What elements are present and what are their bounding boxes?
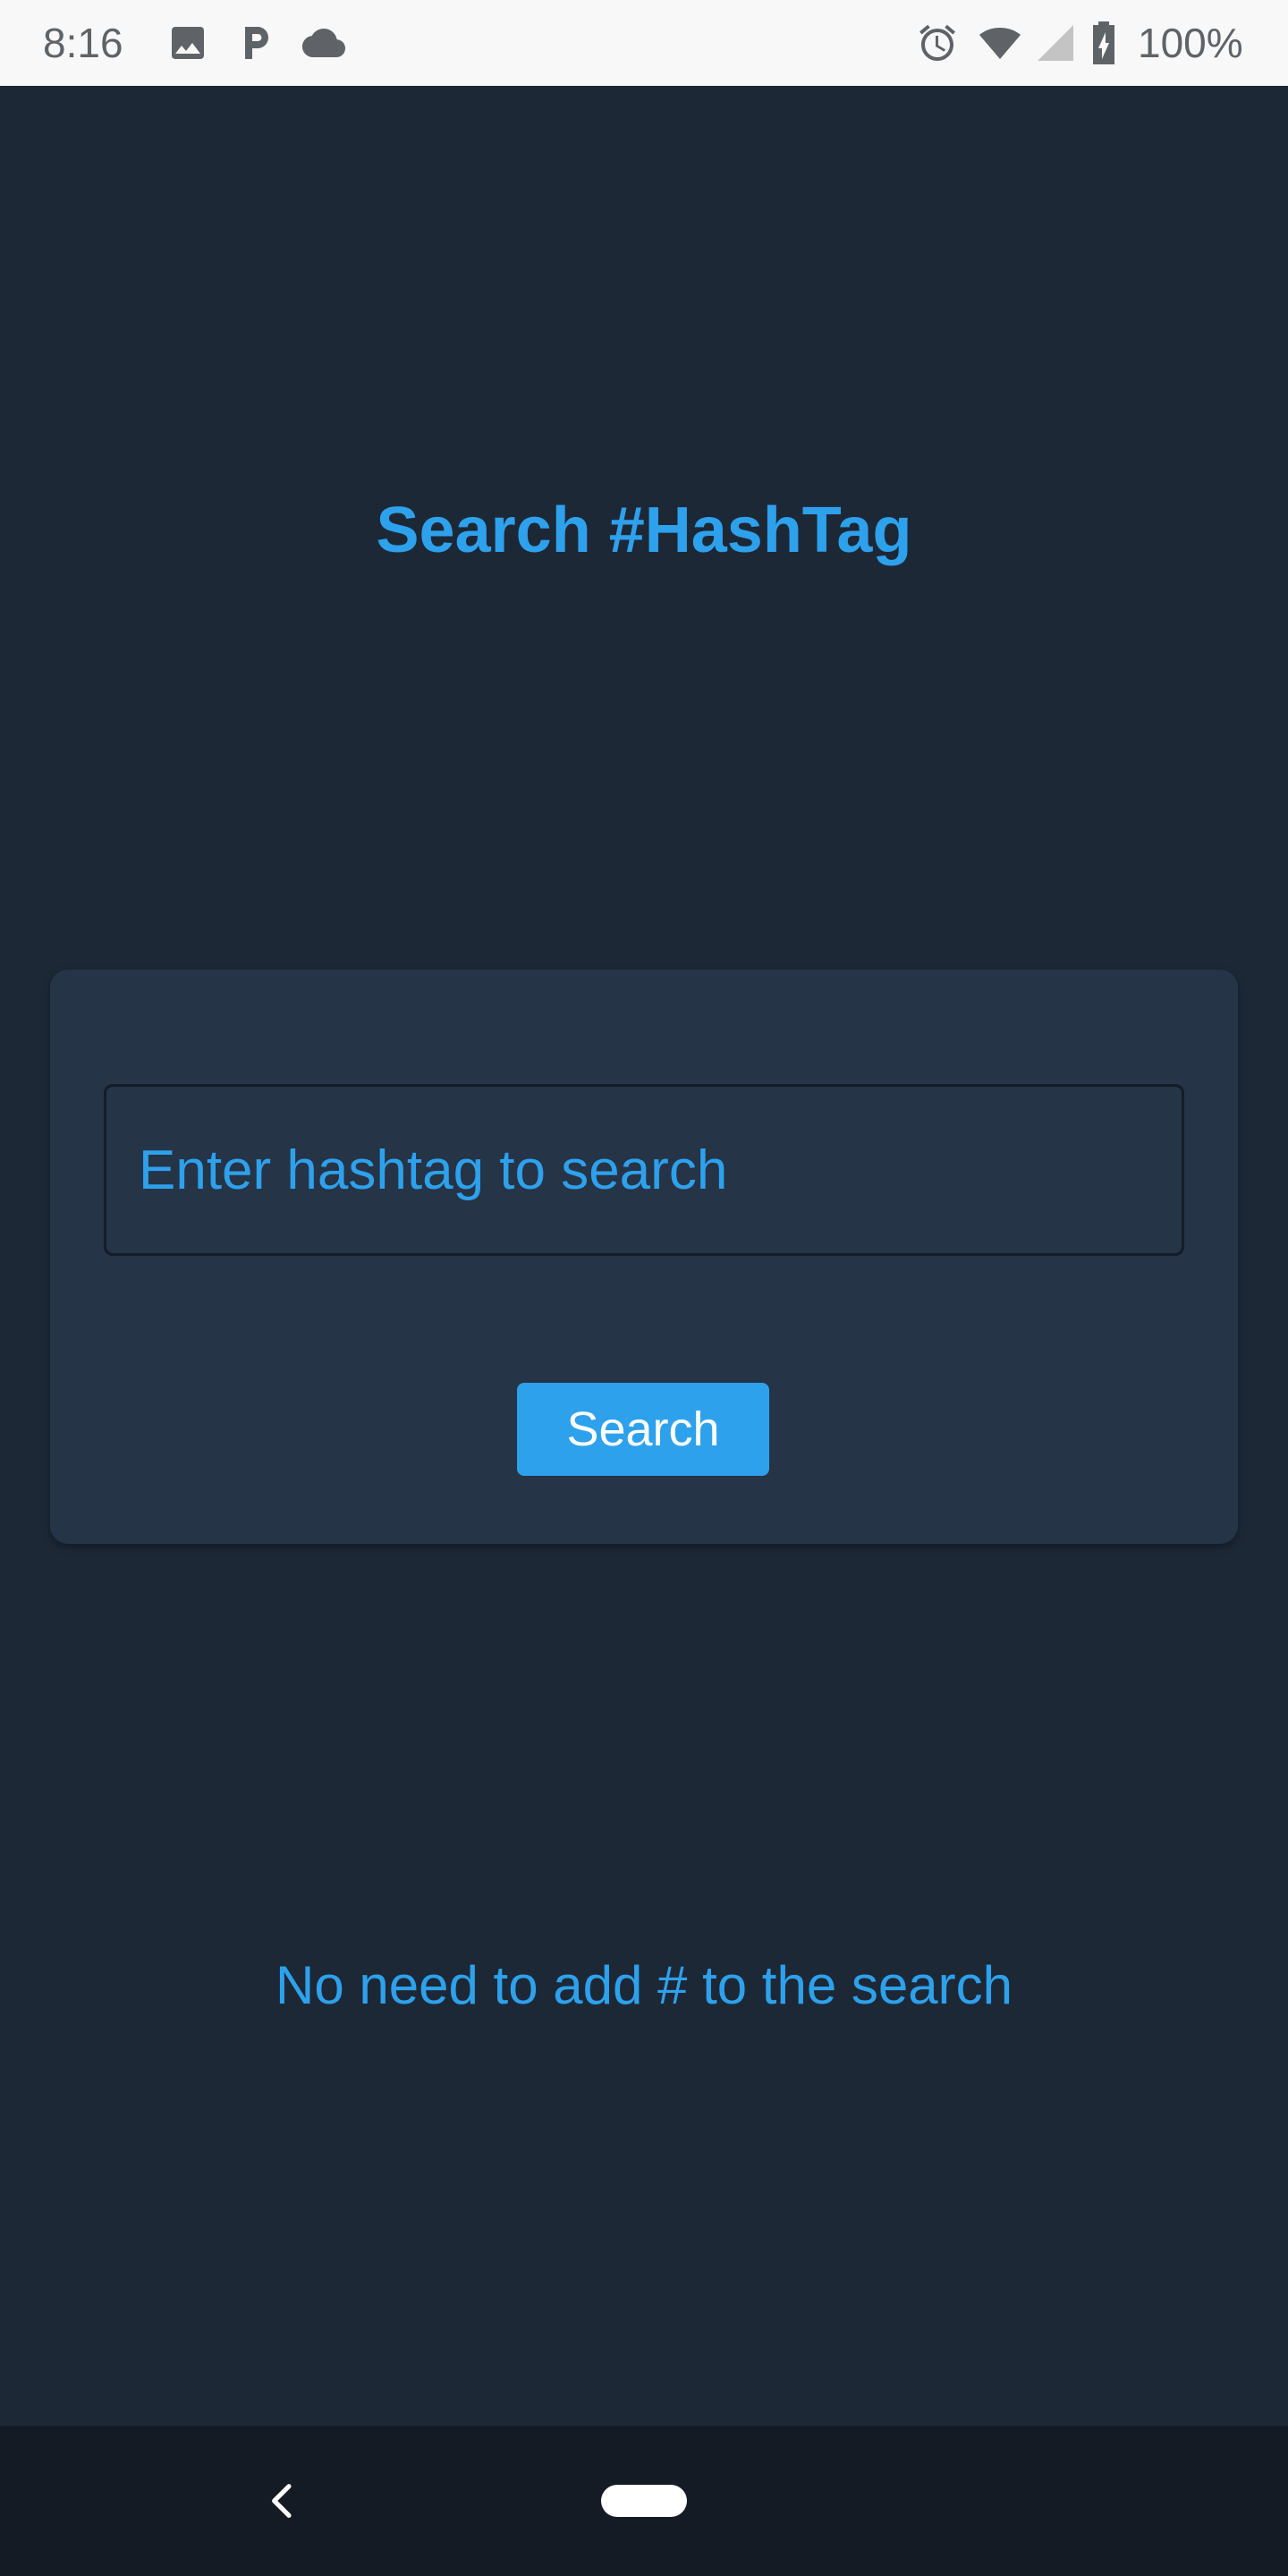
page-title: Search #HashTag bbox=[376, 495, 912, 566]
back-icon[interactable] bbox=[258, 2476, 308, 2526]
home-pill-icon[interactable] bbox=[601, 2485, 687, 2517]
search-button[interactable]: Search bbox=[517, 1383, 769, 1476]
hashtag-search-input[interactable] bbox=[104, 1084, 1184, 1256]
cloud-icon bbox=[302, 21, 345, 64]
status-bar: 8:16 100% bbox=[0, 0, 1288, 86]
status-time: 8:16 bbox=[43, 20, 123, 66]
navigation-bar bbox=[0, 2426, 1288, 2576]
wifi-icon bbox=[979, 21, 1021, 64]
hint-text: No need to add # to the search bbox=[275, 1955, 1013, 2015]
search-card: Search bbox=[50, 970, 1238, 1544]
battery-charging-icon bbox=[1089, 21, 1125, 64]
cell-signal-icon bbox=[1034, 21, 1077, 64]
alarm-icon bbox=[916, 21, 959, 64]
image-icon bbox=[166, 21, 209, 64]
parking-icon bbox=[234, 21, 277, 64]
battery-percent: 100% bbox=[1138, 20, 1243, 66]
